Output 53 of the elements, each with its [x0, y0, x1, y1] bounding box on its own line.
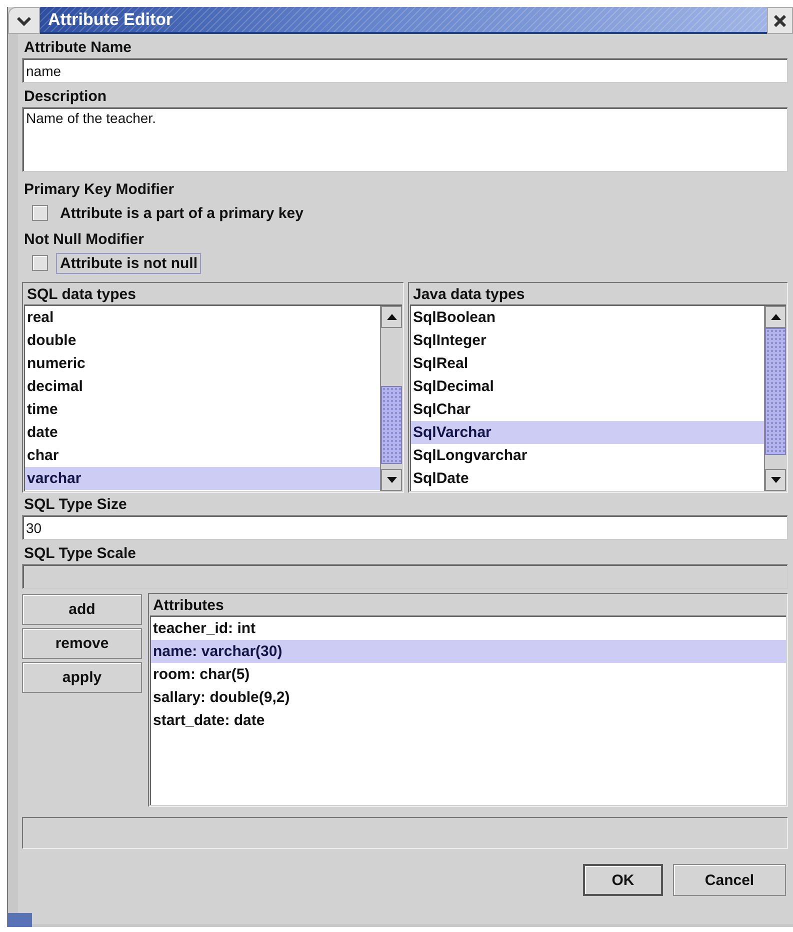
- name-field[interactable]: name: [22, 58, 788, 83]
- field-label: Attribute Name: [23, 38, 133, 58]
- description-field[interactable]: Name of the teacher.: [22, 107, 788, 172]
- scroll-down-icon[interactable]: [765, 469, 786, 491]
- size-field[interactable]: 30: [22, 515, 788, 540]
- list-item[interactable]: sallary: double(9,2): [151, 686, 786, 709]
- section-label: Not Null Modifier: [23, 230, 145, 250]
- checkbox-label[interactable]: Attribute is a part of a primary key: [56, 202, 308, 224]
- field-label: Description: [23, 87, 108, 107]
- list-item[interactable]: SqlReal: [411, 352, 764, 375]
- list-item[interactable]: start_date: date: [151, 709, 786, 732]
- list-item[interactable]: SqlInteger: [411, 329, 764, 352]
- list-item[interactable]: real: [25, 306, 380, 329]
- scroll-thumb[interactable]: [765, 328, 786, 455]
- list-item[interactable]: teacher_id: int: [151, 617, 786, 640]
- scroll-up-icon[interactable]: [381, 306, 402, 328]
- list-item[interactable]: SqlDecimal: [411, 375, 764, 398]
- action-button[interactable]: remove: [22, 628, 142, 659]
- chevron-down-icon: [17, 16, 31, 26]
- list-item[interactable]: SqlChar: [411, 398, 764, 421]
- checkbox-label[interactable]: Attribute is not null: [56, 252, 202, 274]
- scrollbar[interactable]: [380, 306, 402, 491]
- scroll-thumb[interactable]: [381, 386, 402, 464]
- field-label: SQL Type Size: [23, 495, 128, 515]
- scrollbar[interactable]: [764, 306, 786, 491]
- list-item[interactable]: decimal: [25, 375, 380, 398]
- window-title: Attribute Editor: [47, 10, 173, 30]
- list-item[interactable]: name: varchar(30): [151, 640, 786, 663]
- list-item[interactable]: SqlBoolean: [411, 306, 764, 329]
- dialog-button[interactable]: OK: [583, 864, 663, 896]
- list-item[interactable]: SqlVarchar: [411, 421, 764, 444]
- checkbox[interactable]: [32, 205, 48, 221]
- action-button[interactable]: apply: [22, 662, 142, 693]
- list-item[interactable]: SqlLongvarchar: [411, 444, 764, 467]
- list-item[interactable]: date: [25, 421, 380, 444]
- close-button[interactable]: [767, 7, 793, 34]
- section-label: Primary Key Modifier: [23, 180, 176, 200]
- checkbox[interactable]: [32, 255, 48, 271]
- close-icon: [774, 14, 786, 26]
- list-item[interactable]: double: [25, 329, 380, 352]
- window-corner: [8, 913, 32, 927]
- scroll-down-icon[interactable]: [381, 469, 402, 491]
- action-button[interactable]: add: [22, 594, 142, 625]
- scroll-up-icon[interactable]: [765, 306, 786, 328]
- list-item[interactable]: varchar: [25, 467, 380, 490]
- menu-button[interactable]: [8, 7, 40, 34]
- list-item[interactable]: time: [25, 398, 380, 421]
- dialog-button[interactable]: Cancel: [673, 864, 786, 896]
- list-item[interactable]: numeric: [25, 352, 380, 375]
- field-label: SQL Type Scale: [23, 544, 137, 564]
- list-item[interactable]: char: [25, 444, 380, 467]
- list-item[interactable]: room: char(5): [151, 663, 786, 686]
- list-item[interactable]: SqlDate: [411, 467, 764, 490]
